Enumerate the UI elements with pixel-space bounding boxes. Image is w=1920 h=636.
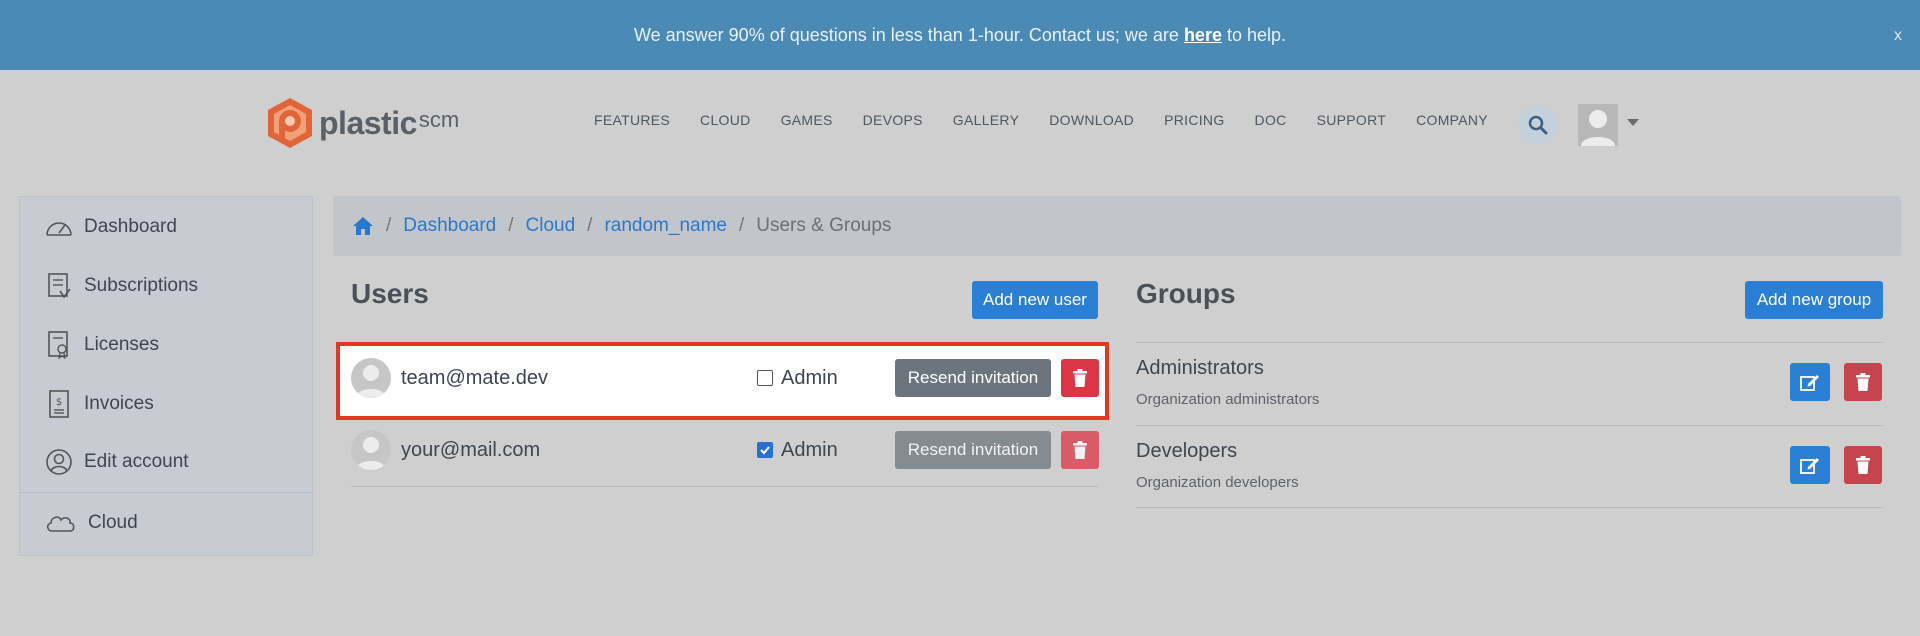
breadcrumb-separator: / [508, 215, 514, 236]
add-new-user-button[interactable]: Add new user [972, 281, 1098, 319]
edit-group-button[interactable] [1790, 446, 1830, 484]
gauge-icon [44, 212, 74, 242]
avatar-icon [1581, 110, 1615, 146]
admin-checkbox[interactable] [757, 442, 773, 458]
admin-label: Admin [781, 438, 838, 461]
invoice-icon: $ [44, 389, 74, 419]
license-icon [44, 330, 74, 360]
svg-text:$: $ [56, 397, 62, 408]
breadcrumb-dashboard[interactable]: Dashboard [403, 215, 496, 237]
user-email: team@mate.dev [401, 366, 549, 389]
user-avatar-menu[interactable] [1578, 104, 1618, 146]
user-email: your@mail.com [401, 438, 541, 461]
banner-close-icon[interactable]: x [1894, 27, 1902, 45]
user-circle-icon [44, 447, 74, 477]
sidebar-item-label: Invoices [84, 393, 154, 414]
breadcrumb-separator: / [587, 215, 593, 236]
sidebar-item-label: Licenses [84, 334, 159, 355]
sidebar-item-licenses[interactable]: Licenses [44, 330, 159, 360]
nav-devops[interactable]: DEVOPS [863, 112, 923, 128]
delete-user-button[interactable] [1061, 431, 1099, 469]
delete-user-button[interactable] [1061, 359, 1099, 397]
row-divider [1136, 425, 1883, 426]
breadcrumb-separator: / [386, 215, 392, 236]
group-description: Organization administrators [1136, 391, 1320, 408]
group-description: Organization developers [1136, 474, 1299, 491]
edit-group-button[interactable] [1790, 363, 1830, 401]
sidebar-item-label: Cloud [88, 512, 138, 533]
admin-label: Admin [781, 366, 838, 389]
subscriptions-icon [44, 271, 74, 301]
logo-mark-icon [268, 98, 312, 148]
sidebar-item-label: Subscriptions [84, 275, 199, 296]
edit-icon [1800, 458, 1819, 474]
trash-icon [1856, 456, 1870, 474]
breadcrumb-organization[interactable]: random_name [604, 215, 727, 237]
banner-help-link[interactable]: here [1184, 25, 1222, 45]
logo-suffix: scm [418, 107, 460, 132]
announcement-banner: We answer 90% of questions in less than … [0, 0, 1920, 70]
sidebar-divider [20, 492, 312, 493]
nav-pricing[interactable]: PRICING [1164, 112, 1224, 128]
nav-gallery[interactable]: GALLERY [953, 112, 1019, 128]
users-title: Users [351, 278, 429, 309]
table-row: your@mail.com Admin Resend invitation [351, 414, 1099, 486]
sidebar-item-invoices[interactable]: $ Invoices [44, 389, 154, 419]
breadcrumb: / Dashboard / Cloud / random_name / User… [333, 196, 1901, 256]
admin-checkbox[interactable] [757, 370, 773, 386]
sidebar-item-subscriptions[interactable]: Subscriptions [44, 271, 198, 301]
nav-doc[interactable]: DOC [1255, 112, 1287, 128]
delete-group-button[interactable] [1844, 446, 1882, 484]
add-new-group-button[interactable]: Add new group [1745, 281, 1883, 319]
search-icon [1528, 115, 1548, 135]
row-divider [351, 486, 1098, 487]
trash-icon [1073, 369, 1087, 387]
breadcrumb-cloud[interactable]: Cloud [526, 215, 576, 237]
resend-invitation-button[interactable]: Resend invitation [895, 359, 1051, 397]
home-icon[interactable] [352, 216, 374, 236]
search-button[interactable] [1518, 105, 1558, 145]
edit-icon [1800, 375, 1819, 391]
nav-features[interactable]: FEATURES [594, 112, 670, 128]
sidebar: Dashboard Subscriptions Licenses $ Invoi… [19, 196, 313, 556]
group-name: Developers [1136, 440, 1238, 462]
group-name: Administrators [1136, 357, 1264, 379]
delete-group-button[interactable] [1844, 363, 1882, 401]
resend-invitation-button[interactable]: Resend invitation [895, 431, 1051, 469]
sidebar-item-label: Dashboard [84, 216, 177, 237]
sidebar-item-cloud[interactable]: Cloud [44, 508, 138, 538]
cloud-icon [44, 508, 78, 538]
breadcrumb-separator: / [738, 215, 745, 236]
breadcrumb-current: Users & Groups [756, 215, 892, 236]
plasticscm-logo[interactable]: plastic scm [265, 96, 459, 150]
nav-support[interactable]: SUPPORT [1317, 112, 1387, 128]
chevron-down-icon[interactable] [1627, 119, 1639, 126]
sidebar-item-edit-account[interactable]: Edit account [44, 447, 189, 477]
sidebar-item-label: Edit account [84, 451, 189, 472]
nav-company[interactable]: COMPANY [1416, 112, 1488, 128]
main-nav: FEATURES CLOUD GAMES DEVOPS GALLERY DOWN… [594, 112, 1488, 128]
nav-games[interactable]: GAMES [781, 112, 833, 128]
trash-icon [1856, 373, 1870, 391]
nav-cloud[interactable]: CLOUD [700, 112, 751, 128]
trash-icon [1073, 441, 1087, 459]
checkmark-icon [760, 446, 770, 455]
logo-wordmark: plastic [319, 104, 417, 141]
row-divider [1136, 342, 1883, 343]
nav-download[interactable]: DOWNLOAD [1049, 112, 1134, 128]
avatar [351, 430, 391, 470]
groups-title: Groups [1136, 278, 1236, 309]
sidebar-item-dashboard[interactable]: Dashboard [44, 212, 177, 242]
banner-text: We answer 90% of questions in less than … [633, 24, 1287, 45]
avatar [351, 358, 391, 398]
table-row: team@mate.dev Admin Resend invitation [351, 342, 1099, 414]
row-divider [1136, 507, 1883, 508]
